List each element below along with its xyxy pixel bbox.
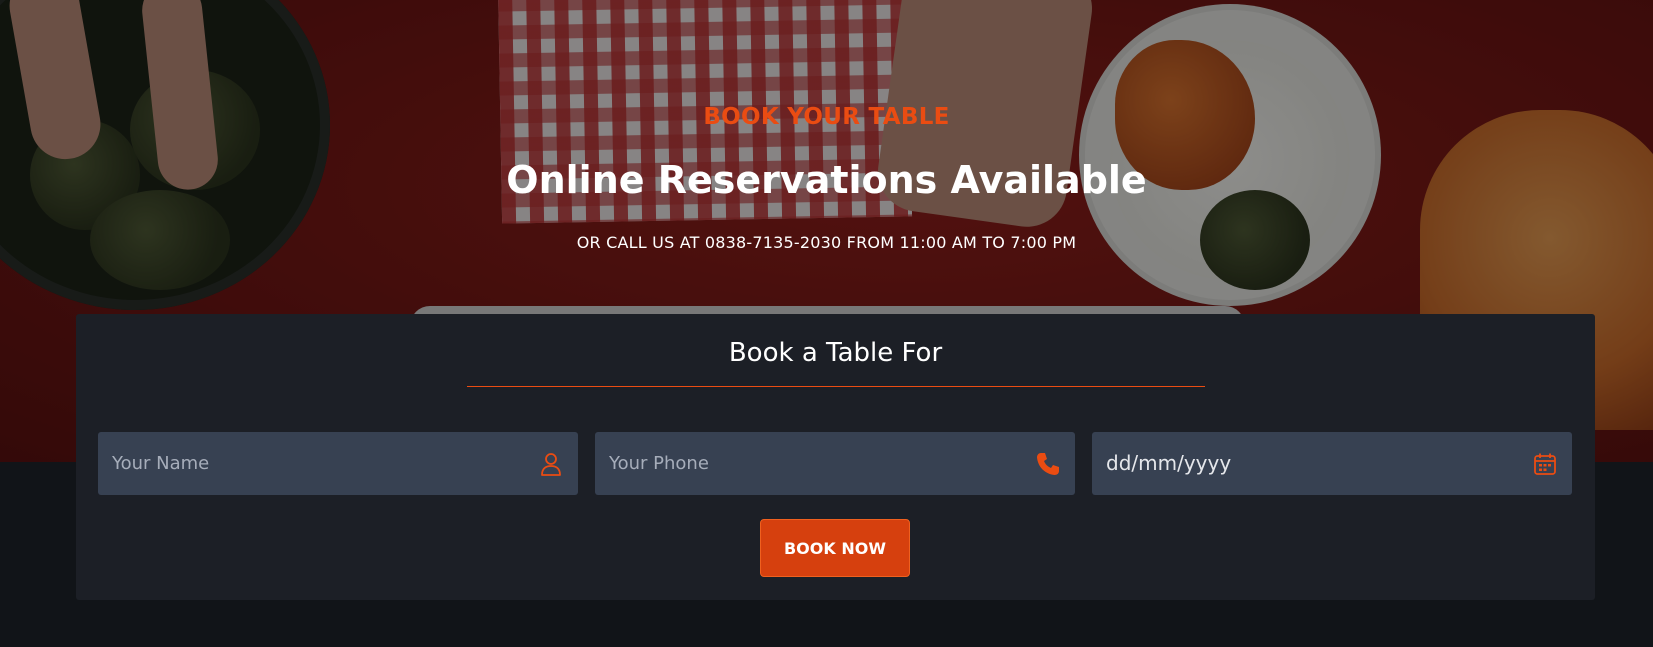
phone-input[interactable]	[595, 432, 1075, 495]
date-field[interactable]: dd/mm/yyyy	[1092, 432, 1572, 495]
user-icon	[538, 451, 564, 477]
title-divider	[467, 386, 1205, 387]
hero-subline: OR CALL US AT 0838-7135-2030 FROM 11:00 …	[576, 233, 1077, 252]
phone-field	[595, 432, 1075, 495]
book-now-button[interactable]: BOOK NOW	[760, 519, 910, 577]
calendar-icon[interactable]	[1532, 451, 1558, 477]
name-field	[98, 432, 578, 495]
date-input[interactable]: dd/mm/yyyy	[1106, 432, 1231, 495]
booking-panel: Book a Table For dd/mm/yyyy	[76, 314, 1595, 600]
hero-eyebrow: BOOK YOUR TABLE	[703, 104, 950, 130]
booking-title: Book a Table For	[728, 338, 943, 368]
hero-headline: Online Reservations Available	[506, 158, 1147, 202]
name-input[interactable]	[98, 432, 578, 495]
phone-icon	[1035, 451, 1061, 477]
